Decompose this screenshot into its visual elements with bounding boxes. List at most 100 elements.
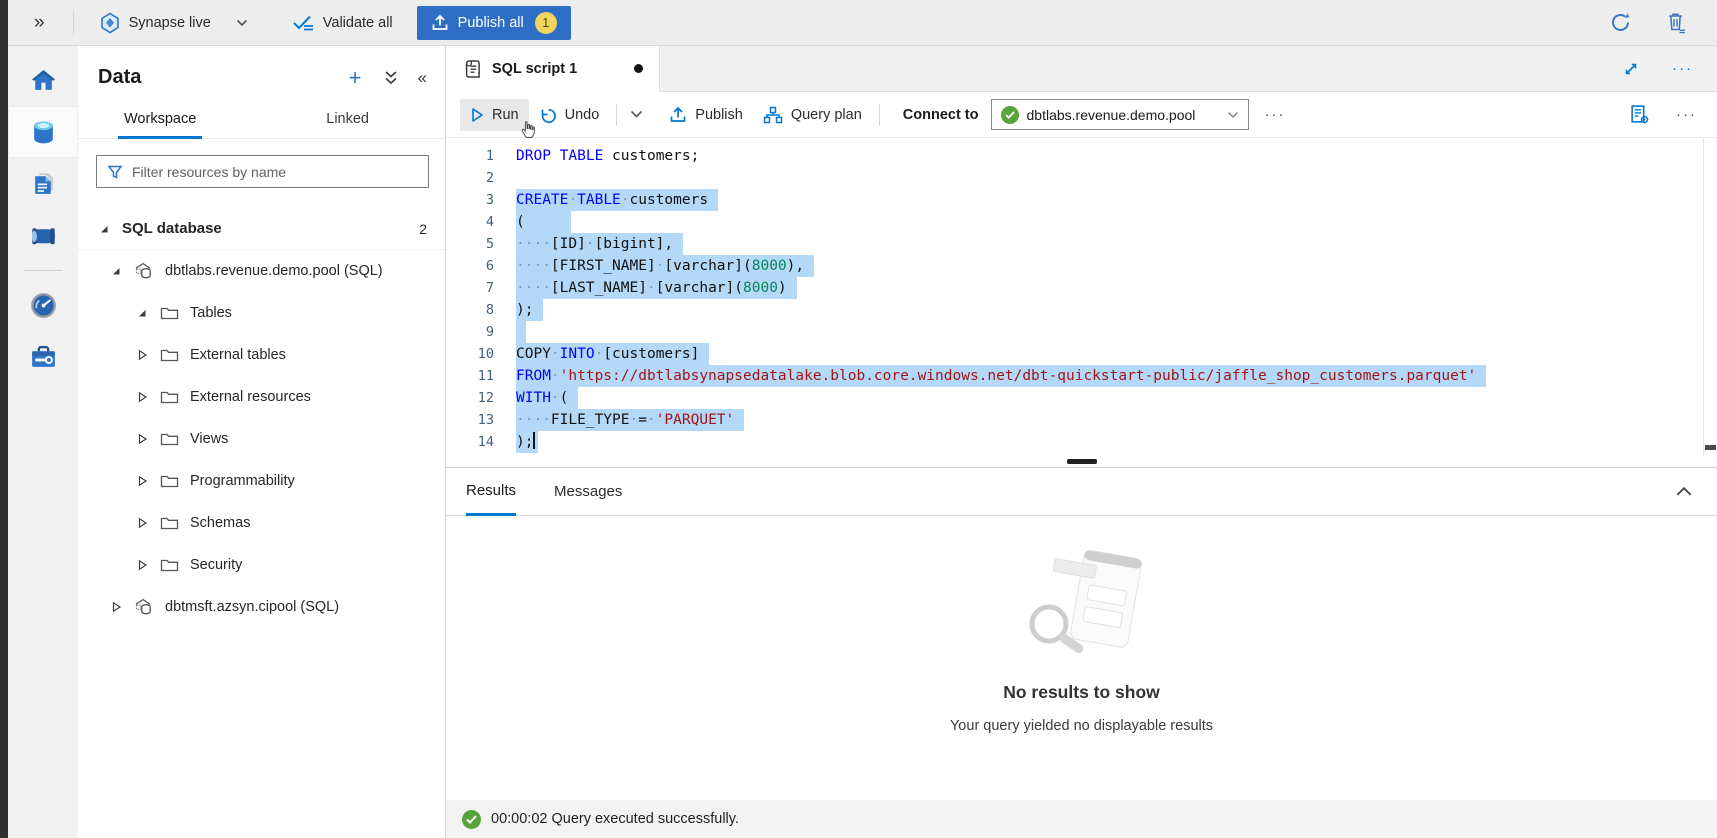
- code-line[interactable]: 2: [446, 167, 1717, 189]
- expand-editor-icon[interactable]: [1622, 60, 1640, 78]
- collapse-panel-icon[interactable]: «: [418, 68, 427, 88]
- caret-collapsed-icon[interactable]: [136, 349, 148, 361]
- tab-sql-script-1[interactable]: SQL script 1: [446, 46, 660, 92]
- code-line[interactable]: 7····[LAST_NAME]·[varchar](8000): [446, 277, 1717, 299]
- code-token: ·: [551, 346, 560, 362]
- code-line[interactable]: 9: [446, 321, 1717, 343]
- data-panel-header: Data + «: [78, 46, 445, 95]
- caret-expanded-icon[interactable]: [136, 307, 148, 319]
- code-line[interactable]: 8);: [446, 299, 1717, 321]
- line-number: 1: [446, 145, 494, 167]
- caret-expanded-icon[interactable]: [110, 265, 122, 277]
- selected-pool-name: dbtlabs.revenue.demo.pool: [1027, 107, 1219, 123]
- code-token: ·: [595, 346, 604, 362]
- line-number: 7: [446, 277, 494, 299]
- synapse-live-selector[interactable]: Synapse live: [92, 6, 256, 40]
- code-line[interactable]: 12WITH·(: [446, 387, 1717, 409]
- tab-linked[interactable]: Linked: [320, 103, 375, 138]
- more-actions-icon[interactable]: ···: [1672, 60, 1693, 77]
- add-resource-button[interactable]: +: [349, 67, 362, 89]
- tree-item-security[interactable]: Security: [78, 544, 445, 586]
- tree-label: Tables: [190, 305, 232, 321]
- code-line[interactable]: 5····[ID]·[bigint],: [446, 233, 1717, 255]
- tree-item-views[interactable]: Views: [78, 418, 445, 460]
- code-token: DROP TABLE: [516, 148, 603, 164]
- tree-item-tables[interactable]: Tables: [78, 292, 445, 334]
- code-token: 8000: [743, 280, 778, 296]
- editor-more-icon[interactable]: ···: [1676, 106, 1697, 123]
- script-settings-icon[interactable]: [1629, 104, 1650, 125]
- connect-to-pool-dropdown[interactable]: dbtlabs.revenue.demo.pool: [991, 99, 1249, 130]
- code-line[interactable]: 1DROP TABLE customers;: [446, 145, 1717, 167]
- folder-icon: [160, 305, 179, 321]
- editor-results-splitter[interactable]: [446, 456, 1717, 468]
- caret-expanded-icon[interactable]: [98, 223, 110, 235]
- tree-item-external-tables[interactable]: External tables: [78, 334, 445, 376]
- filter-resources-input[interactable]: [132, 164, 418, 180]
- no-results-subtitle: Your query yielded no displayable result…: [950, 718, 1213, 734]
- code-line[interactable]: 11FROM·'https://dbtlabsynapsedatalake.bl…: [446, 365, 1717, 387]
- splitter-grip[interactable]: [1067, 459, 1097, 464]
- folder-icon: [160, 431, 179, 447]
- caret-collapsed-icon[interactable]: [110, 601, 122, 613]
- caret-collapsed-icon[interactable]: [136, 475, 148, 487]
- sql-code-editor[interactable]: 1DROP TABLE customers; 2 3CREATE·TABLE·c…: [446, 138, 1717, 456]
- rail-item-develop[interactable]: [8, 158, 78, 210]
- code-line[interactable]: 6····[FIRST_NAME]·[varchar](8000),: [446, 255, 1717, 277]
- tab-results[interactable]: Results: [466, 469, 516, 516]
- caret-collapsed-icon[interactable]: [136, 559, 148, 571]
- caret-collapsed-icon[interactable]: [136, 433, 148, 445]
- collapse-all-icon[interactable]: [384, 70, 398, 86]
- code-token: =: [638, 412, 647, 428]
- code-line[interactable]: 3CREATE·TABLE·customers: [446, 189, 1717, 211]
- publish-all-button[interactable]: Publish all 1: [417, 6, 571, 40]
- line-number: 2: [446, 167, 494, 189]
- publish-button[interactable]: Publish: [659, 98, 753, 132]
- rail-item-data[interactable]: [8, 106, 78, 158]
- tree-item-pool-dbtlabs[interactable]: dbtlabs.revenue.demo.pool (SQL): [78, 250, 445, 292]
- caret-collapsed-icon[interactable]: [136, 391, 148, 403]
- line-number: 12: [446, 387, 494, 409]
- code-line[interactable]: 4(: [446, 211, 1717, 233]
- expand-rail-icon[interactable]: »: [34, 12, 45, 34]
- collapse-results-chevron-icon[interactable]: [1675, 486, 1693, 497]
- tree-label: dbtlabs.revenue.demo.pool (SQL): [165, 263, 383, 279]
- undo-dropdown-chevron-icon[interactable]: [624, 110, 649, 119]
- chevron-down-icon[interactable]: [236, 19, 248, 27]
- tree-item-external-resources[interactable]: External resources: [78, 376, 445, 418]
- rail-item-integrate[interactable]: [8, 210, 78, 262]
- tab-messages[interactable]: Messages: [554, 468, 622, 515]
- tree-item-programmability[interactable]: Programmability: [78, 460, 445, 502]
- query-plan-icon: [763, 106, 783, 124]
- publish-label: Publish: [695, 107, 743, 123]
- validate-all-label: Validate all: [323, 15, 393, 31]
- tree-item-pool-dbtmsft[interactable]: dbtmsft.azsyn.cipool (SQL): [78, 586, 445, 628]
- caret-collapsed-icon[interactable]: [136, 517, 148, 529]
- editor-scrollbar[interactable]: [1703, 138, 1717, 456]
- validate-all-button[interactable]: Validate all: [282, 8, 403, 38]
- data-panel-tabs: Workspace Linked: [78, 103, 445, 139]
- undo-button[interactable]: Undo: [529, 99, 610, 131]
- code-token: );: [516, 434, 533, 450]
- toolbar-more-icon[interactable]: ···: [1265, 106, 1286, 123]
- tab-workspace[interactable]: Workspace: [118, 103, 202, 139]
- tree-item-schemas[interactable]: Schemas: [78, 502, 445, 544]
- success-check-icon: [462, 810, 481, 829]
- query-plan-button[interactable]: Query plan: [753, 98, 872, 132]
- rail-item-monitor[interactable]: [8, 279, 78, 331]
- mode-label: Synapse live: [129, 15, 211, 31]
- rail-item-manage[interactable]: [8, 331, 78, 383]
- line-number: 13: [446, 409, 494, 431]
- code-line[interactable]: 13····FILE_TYPE·=·'PARQUET': [446, 409, 1717, 431]
- run-button[interactable]: Run: [460, 99, 529, 131]
- code-token: ·: [586, 236, 595, 252]
- code-line[interactable]: 14);: [446, 431, 1717, 453]
- rail-item-home[interactable]: [8, 54, 78, 106]
- discard-all-trash-icon[interactable]: [1666, 11, 1687, 34]
- text-cursor: [533, 432, 535, 449]
- tree-item-sql-database[interactable]: SQL database 2: [78, 208, 445, 250]
- tree-label: Schemas: [190, 515, 250, 531]
- refresh-icon[interactable]: [1609, 11, 1632, 34]
- code-line[interactable]: 10COPY·INTO·[customers]: [446, 343, 1717, 365]
- code-token: ····: [516, 258, 551, 274]
